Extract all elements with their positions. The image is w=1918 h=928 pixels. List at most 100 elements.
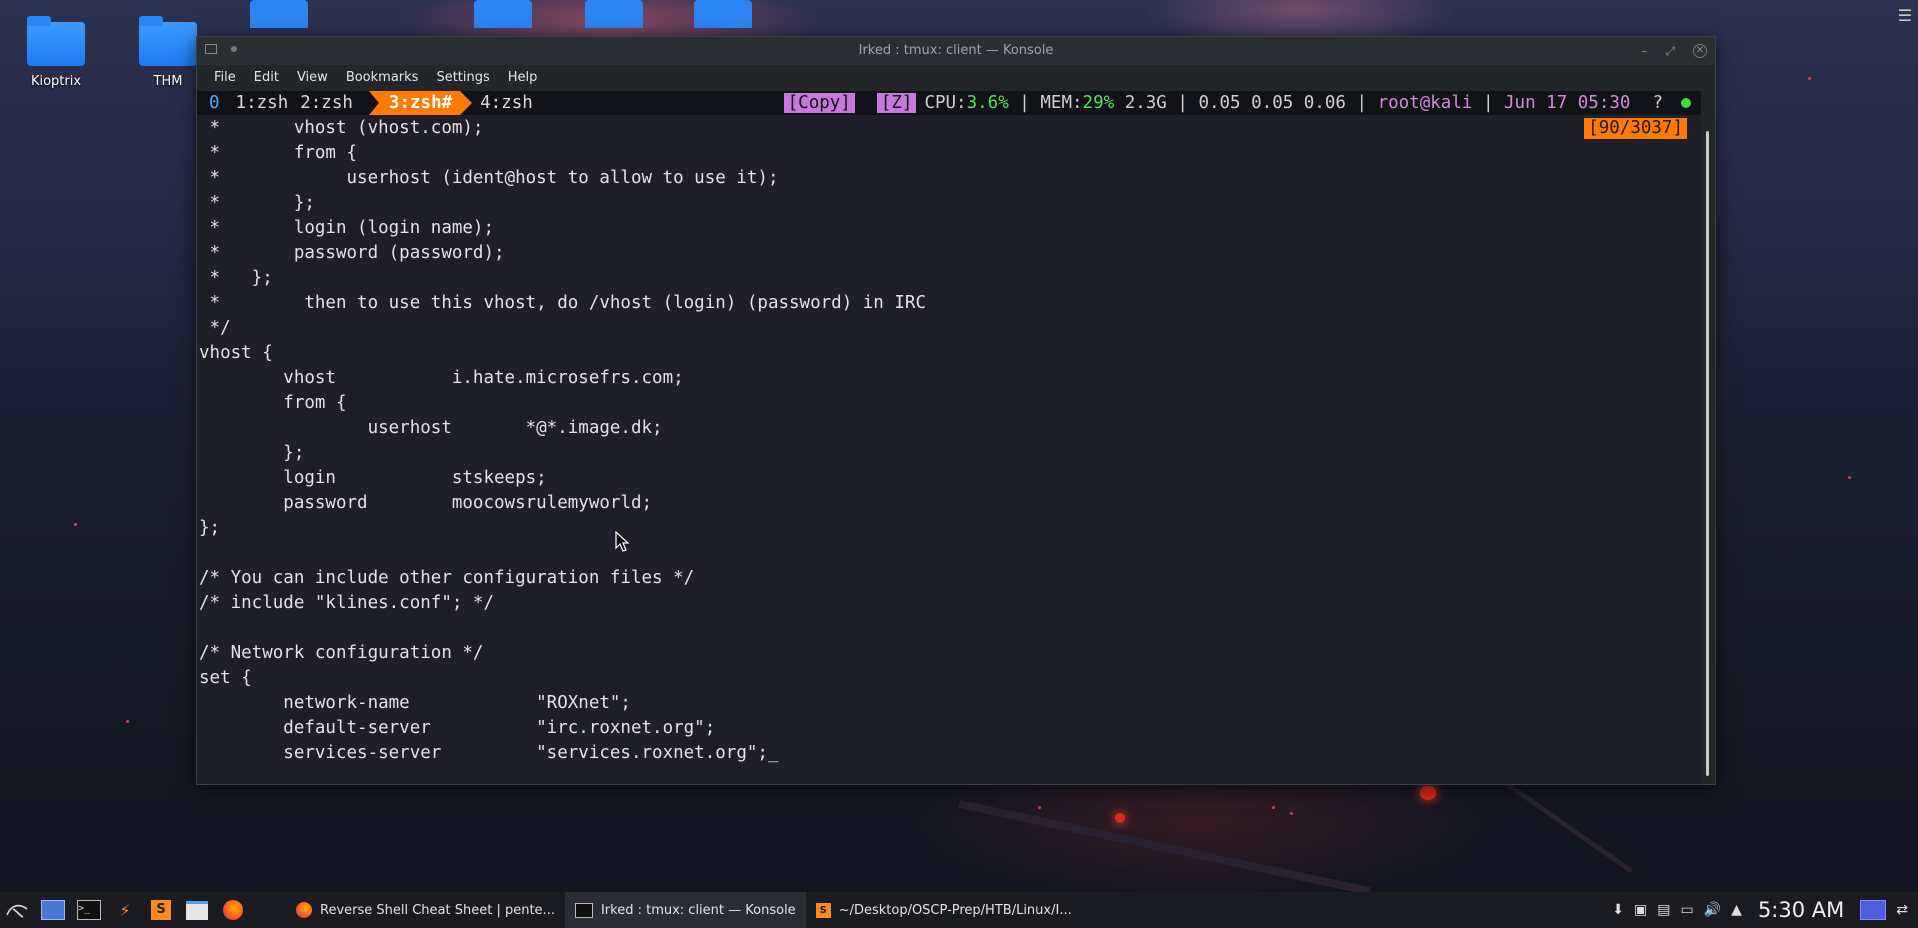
menu-bookmarks[interactable]: Bookmarks	[337, 65, 428, 91]
terminal-line: /* include "klines.conf"; */	[199, 593, 495, 613]
burpsuite-icon[interactable]: ⚡	[112, 897, 138, 923]
folder-icon[interactable]	[694, 0, 752, 28]
window-title: Irked : tmux: client — Konsole	[858, 43, 1054, 58]
window-titlebar[interactable]: Irked : tmux: client — Konsole – ⤢ ✕	[197, 37, 1715, 65]
terminal-line: * userhost (ident@host to allow to use i…	[199, 168, 779, 188]
menu-file[interactable]: File	[205, 65, 245, 91]
tmux-session-number: 0	[209, 93, 220, 113]
terminal-line: * password (password);	[199, 243, 505, 263]
folder-icon	[27, 16, 85, 66]
desktop-menu-icon[interactable]: ☰	[1898, 6, 1912, 25]
terminal-area[interactable]: 0 1:zsh 2:zsh 3:zsh# 4:zsh [Copy] [Z] CP…	[197, 91, 1701, 784]
copy-mode-badge: [Copy]	[783, 93, 855, 113]
menu-settings[interactable]: Settings	[427, 65, 498, 91]
terminal-line: /* Network configuration */	[199, 643, 484, 663]
window-menu-icon[interactable]	[205, 44, 217, 54]
tmux-tab-2[interactable]: 2:zsh	[294, 93, 359, 113]
menu-edit[interactable]: Edit	[245, 65, 288, 91]
pin-icon[interactable]	[231, 46, 237, 52]
terminal-line: */	[199, 318, 231, 338]
mem-absolute: 2.3G	[1124, 93, 1167, 113]
terminal-line: * };	[199, 268, 273, 288]
maximize-button[interactable]: ⤢	[1665, 37, 1675, 65]
terminal-line: network-name "ROXnet";	[199, 693, 631, 713]
tmux-tab-4[interactable]: 4:zsh	[474, 93, 539, 113]
mouse-pointer-icon	[615, 531, 630, 552]
clock[interactable]: 5:30 AM	[1758, 898, 1844, 922]
scrollbar[interactable]	[1701, 91, 1715, 784]
copy-position-badge: [90/3037]	[1584, 118, 1687, 139]
separator: |	[1472, 93, 1505, 113]
terminal-line: vhost i.hate.microsefrs.com;	[199, 368, 684, 388]
sublime-icon: S	[815, 902, 831, 918]
terminal-line: * then to use this vhost, do /vhost (log…	[199, 293, 926, 313]
scrollbar-thumb[interactable]	[1706, 131, 1709, 776]
download-icon[interactable]: ⬇	[1612, 902, 1624, 918]
terminal-output: * vhost (vhost.com); * from { * userhost…	[199, 116, 926, 766]
terminal-line: vhost {	[199, 343, 273, 363]
folder-icon[interactable]	[474, 0, 532, 28]
user-host: root@kali	[1377, 93, 1473, 113]
storage-icon[interactable]: ▭	[1680, 902, 1693, 918]
clipboard-icon[interactable]: ▤	[1657, 902, 1670, 918]
task-sublime[interactable]: S ~/Desktop/OSCP-Prep/HTB/Linux/I...	[806, 892, 1082, 928]
terminal-line: };	[199, 518, 221, 538]
panel-settings-icon[interactable]: ⇄	[1896, 902, 1908, 918]
task-label: ~/Desktop/OSCP-Prep/HTB/Linux/I...	[838, 902, 1072, 918]
mem-label: MEM:	[1040, 93, 1083, 113]
terminal-line: password moocowsrulemyworld;	[199, 493, 653, 513]
volume-icon[interactable]: 🔊	[1704, 902, 1721, 918]
terminal-line: set {	[199, 668, 252, 688]
terminal-line: default-server "irc.roxnet.org";	[199, 718, 716, 738]
mem-value: 29%	[1082, 93, 1115, 113]
separator	[1114, 93, 1125, 113]
task-konsole[interactable]: Irked : tmux: client — Konsole	[564, 892, 806, 928]
terminal-line: * };	[199, 193, 315, 213]
tmux-tab-active[interactable]: 3:zsh#	[368, 91, 473, 115]
terminal-line: login stskeeps;	[199, 468, 547, 488]
cpu-label: CPU:	[924, 93, 967, 113]
sublime-icon[interactable]: S	[148, 897, 174, 923]
separator: |	[1345, 93, 1378, 113]
folder-icon	[139, 16, 197, 66]
load-average: 0.05 0.05 0.06	[1198, 93, 1346, 113]
separator: |	[1008, 93, 1041, 113]
status-dot-icon	[1681, 98, 1691, 108]
close-button[interactable]: ✕	[1693, 44, 1707, 58]
network-icon[interactable]: ▣	[1634, 902, 1647, 918]
terminal-line: };	[199, 443, 305, 463]
help-indicator: ?	[1652, 93, 1663, 113]
minimize-button[interactable]: –	[1641, 37, 1647, 65]
tmux-tab-1[interactable]: 1:zsh	[230, 93, 295, 113]
cpu-value: 3.6%	[966, 93, 1009, 113]
virtual-desktop-pager[interactable]	[1860, 900, 1887, 920]
firefox-icon[interactable]	[220, 897, 246, 923]
task-firefox[interactable]: Reverse Shell Cheat Sheet | pente...	[286, 892, 565, 928]
terminal-line: * vhost (vhost.com);	[199, 118, 484, 138]
kali-menu-icon[interactable]	[4, 897, 30, 923]
menubar: File Edit View Bookmarks Settings Help	[197, 65, 1715, 91]
zoom-badge: [Z]	[876, 93, 917, 113]
menu-view[interactable]: View	[288, 65, 337, 91]
folder-icon[interactable]	[585, 0, 643, 28]
task-label: Reverse Shell Cheat Sheet | pente...	[320, 902, 555, 918]
desktop-icon-label: Kioptrix	[30, 74, 82, 89]
terminal-icon	[574, 902, 593, 918]
terminal-line: /* You can include other configuration f…	[199, 568, 695, 588]
datetime: Jun 17 05:30	[1504, 93, 1631, 113]
terminal-launcher-icon[interactable]: >_	[76, 897, 102, 923]
show-desktop-icon[interactable]	[40, 897, 66, 923]
task-label: Irked : tmux: client — Konsole	[600, 902, 796, 918]
taskbar: >_ ⚡ S Reverse Shell Cheat Sheet | pente…	[0, 892, 1918, 928]
separator: |	[1166, 93, 1199, 113]
files-icon[interactable]	[184, 897, 210, 923]
menu-help[interactable]: Help	[499, 65, 547, 91]
desktop-icon-kioptrix[interactable]: Kioptrix	[6, 16, 106, 89]
folder-icon[interactable]	[250, 0, 308, 28]
tray-expand-icon[interactable]: ▲	[1731, 902, 1742, 918]
terminal-line: from {	[199, 393, 347, 413]
terminal-line: userhost *@*.image.dk;	[199, 418, 663, 438]
konsole-window: Irked : tmux: client — Konsole – ⤢ ✕ Fil…	[196, 36, 1716, 785]
